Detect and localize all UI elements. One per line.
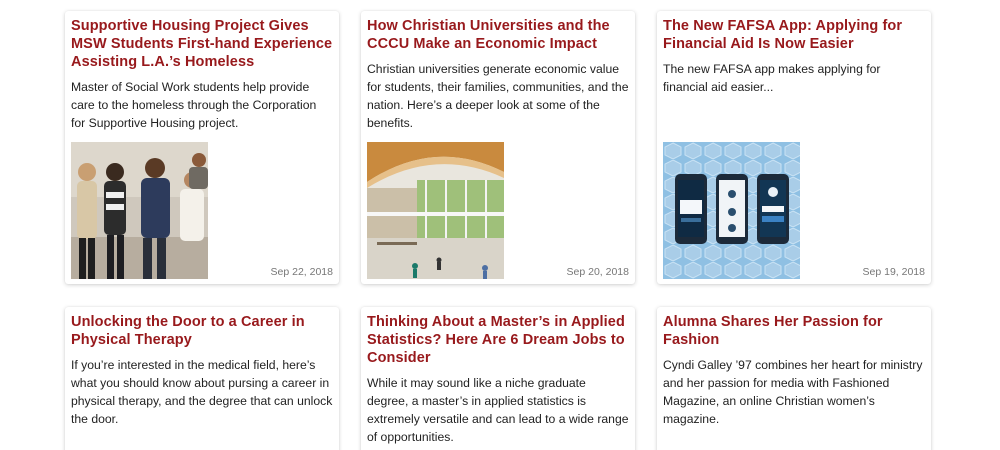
article-title-link[interactable]: Supportive Housing Project Gives MSW Stu… — [71, 17, 333, 71]
article-thumbnail[interactable] — [367, 142, 504, 279]
article-excerpt: Master of Social Work students help prov… — [71, 80, 317, 130]
article-title-link[interactable]: Unlocking the Door to a Career in Physic… — [71, 313, 333, 349]
article-excerpt: If you’re interested in the medical fiel… — [71, 358, 333, 426]
article-thumbnail[interactable] — [663, 142, 800, 279]
article-thumbnail[interactable] — [71, 142, 208, 279]
article-card[interactable]: Thinking About a Master’s in Applied Sta… — [361, 307, 635, 450]
article-excerpt: While it may sound like a niche graduate… — [367, 376, 629, 444]
article-date: Sep 19, 2018 — [862, 266, 925, 278]
article-title-link[interactable]: Alumna Shares Her Passion for Fashion — [663, 313, 925, 349]
article-card[interactable]: How Christian Universities and the CCCU … — [361, 11, 635, 284]
article-excerpt: The new FAFSA app makes applying for fin… — [663, 62, 881, 94]
article-title-link[interactable]: Thinking About a Master’s in Applied Sta… — [367, 313, 629, 367]
article-title-link[interactable]: How Christian Universities and the CCCU … — [367, 17, 629, 53]
article-date: Sep 20, 2018 — [566, 266, 629, 278]
fafsa-app-phones-illustration — [663, 142, 800, 279]
article-excerpt: Christian universities generate economic… — [367, 62, 629, 130]
article-card[interactable]: Unlocking the Door to a Career in Physic… — [65, 307, 339, 450]
campus-atrium-photo — [367, 142, 504, 279]
article-card[interactable]: Supportive Housing Project Gives MSW Stu… — [65, 11, 339, 284]
article-title-link[interactable]: The New FAFSA App: Applying for Financia… — [663, 17, 925, 53]
article-card[interactable]: Alumna Shares Her Passion for Fashion Cy… — [657, 307, 931, 450]
group-of-students-photo — [71, 142, 208, 279]
article-card[interactable]: The New FAFSA App: Applying for Financia… — [657, 11, 931, 284]
article-excerpt: Cyndi Galley ’97 combines her heart for … — [663, 358, 923, 426]
article-date: Sep 22, 2018 — [270, 266, 333, 278]
